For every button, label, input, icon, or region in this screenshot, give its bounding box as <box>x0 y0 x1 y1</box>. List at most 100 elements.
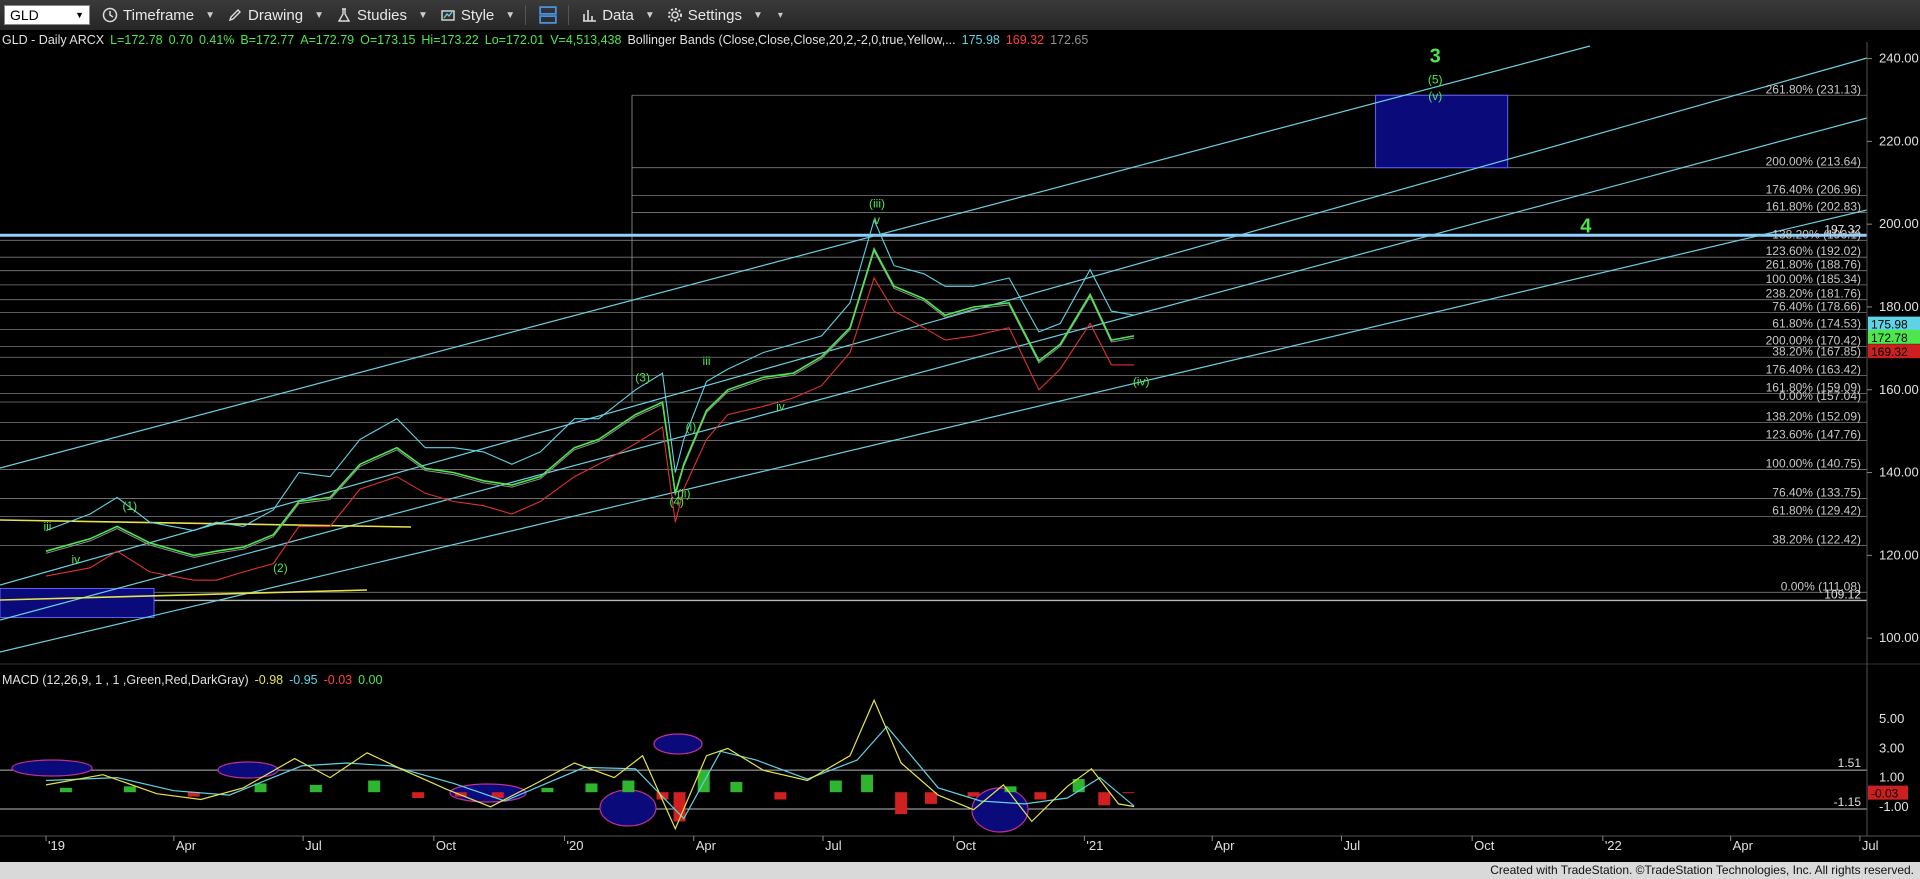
time-axis-label: '21 <box>1086 838 1103 853</box>
header-value: GLD - Daily ARCX <box>2 33 105 47</box>
wave-label: (iii) <box>869 197 885 211</box>
header-value: 0.70 <box>169 33 193 47</box>
macd-histogram-bar <box>861 774 874 793</box>
time-axis-label: Apr <box>696 838 717 853</box>
macd-level-label: 1.51 <box>1838 756 1862 770</box>
price-axis-label: 140.00 <box>1879 465 1919 480</box>
wave-label: iii <box>703 354 711 368</box>
data-button[interactable]: Data ▼ <box>581 7 655 24</box>
wave-label: 4 <box>1580 215 1592 237</box>
copyright-text: Created with TradeStation. ©TradeStation… <box>1490 863 1914 877</box>
macd-histogram-bar <box>585 783 598 793</box>
header-value: Hi=173.22 <box>421 33 478 47</box>
caret-down-icon: ▼ <box>314 9 324 21</box>
studies-button[interactable]: Studies ▼ <box>336 7 428 24</box>
price-tag-label: 175.98 <box>1871 318 1908 332</box>
header-value: Bollinger Bands (Close,Close,Close,20,2,… <box>627 33 955 47</box>
wave-label: (5) <box>1428 72 1443 86</box>
wave-label: (4) <box>669 495 684 509</box>
fib-level-label: 138.20% (152.09) <box>1766 410 1861 424</box>
fib-level-label: 76.40% (178.66) <box>1772 300 1861 314</box>
macd-histogram-bar <box>895 792 908 815</box>
header-value: 175.98 <box>962 33 1000 47</box>
price-chart[interactable]: 1.51 -1.15 100.00 120.00 140.00 160.00 180.00… <box>0 30 1920 862</box>
clock-icon <box>102 7 118 23</box>
toolbar: GLD ▼ Timeframe ▼ Drawing ▼ Studies ▼ St… <box>0 0 1920 31</box>
price-axis-label: 220.00 <box>1879 133 1919 148</box>
fib-level-label: 0.00% (157.04) <box>1779 389 1861 403</box>
chevron-down-icon: ▼ <box>75 10 84 20</box>
drawing-label: Drawing <box>248 6 304 24</box>
timeframe-button[interactable]: Timeframe ▼ <box>102 7 215 24</box>
price-tag-label: 169.32 <box>1871 345 1908 359</box>
wave-label: 3 <box>1430 46 1441 68</box>
caret-down-icon: ▼ <box>418 9 428 21</box>
footer: Created with TradeStation. ©TradeStation… <box>0 862 1920 879</box>
fib-level-label: 261.80% (231.13) <box>1766 82 1861 96</box>
macd-highlight-oval <box>217 761 279 779</box>
macd-histogram-bar <box>774 792 787 800</box>
price-axis-label: 180.00 <box>1879 299 1919 314</box>
price-axis-label: 200.00 <box>1879 216 1919 231</box>
price-axis-label: 100.00 <box>1879 630 1919 645</box>
bar-chart-icon <box>583 10 597 22</box>
macd-histogram-bar <box>673 792 686 822</box>
macd-histogram-bar <box>309 784 322 793</box>
time-axis-label: Apr <box>176 838 197 853</box>
drawing-button[interactable]: Drawing ▼ <box>227 7 324 24</box>
time-axis-label: Jul <box>1343 838 1360 853</box>
price-axis-label: 240.00 <box>1879 51 1919 66</box>
layout-icon <box>539 6 557 24</box>
macd-tag-label: -0.03 <box>1871 787 1899 801</box>
time-axis-label: Oct <box>436 838 457 853</box>
fib-level-label: 176.40% (163.42) <box>1766 363 1861 377</box>
horizontal-level-label: 109.12 <box>1824 587 1861 601</box>
symbol-input[interactable]: GLD ▼ <box>4 5 90 25</box>
time-axis-label: '22 <box>1605 838 1622 853</box>
macd-histogram-bar <box>967 792 980 797</box>
wave-label: (1) <box>123 499 138 513</box>
fib-level-label: 38.20% (122.42) <box>1772 532 1861 546</box>
time-axis-label: Oct <box>1474 838 1495 853</box>
header-value: 172.65 <box>1050 33 1088 47</box>
macd-highlight-oval <box>599 789 657 827</box>
style-icon <box>441 10 455 21</box>
price-axis-label: 120.00 <box>1879 547 1919 562</box>
macd-axis-label: 1.00 <box>1879 770 1904 785</box>
fib-level-label: 123.60% (147.76) <box>1766 427 1861 441</box>
horizontal-level-label: 197.32 <box>1824 222 1861 236</box>
header-value: B=172.77 <box>240 33 294 47</box>
layout-button[interactable] <box>538 6 558 24</box>
macd-histogram-bar <box>730 781 743 793</box>
fib-level-label: 161.80% (202.83) <box>1766 199 1861 213</box>
style-button[interactable]: Style ▼ <box>440 7 515 24</box>
time-axis-label: Oct <box>956 838 977 853</box>
caret-down-icon: ▼ <box>505 9 516 21</box>
time-axis-label: Apr <box>1733 838 1754 853</box>
settings-label: Settings <box>687 6 742 24</box>
more-caret-icon: ▾ <box>777 9 783 21</box>
macd-highlight-oval <box>971 787 1029 833</box>
wave-label: iii <box>43 520 51 534</box>
macd-header: MACD (12,26,9, 1 , 1 ,Green,Red,DarkGray… <box>2 673 383 687</box>
wave-label: (2) <box>273 561 288 575</box>
gear-icon <box>667 8 682 22</box>
macd-histogram-bar <box>412 792 425 799</box>
wave-label: (iv) <box>1133 375 1150 389</box>
toolbar-divider <box>525 5 527 25</box>
settings-button[interactable]: Settings ▼ ▾ <box>667 7 783 24</box>
macd-axis-label: 3.00 <box>1879 740 1904 755</box>
header-value: 0.41% <box>199 33 234 47</box>
header-value: -0.95 <box>289 673 318 687</box>
macd-level-label: -1.15 <box>1834 795 1862 809</box>
flask-icon <box>337 8 351 22</box>
header-value: -0.98 <box>255 673 284 687</box>
time-axis-label: '20 <box>566 838 583 853</box>
macd-histogram-bar <box>59 787 72 793</box>
wave-label: iv <box>776 399 785 413</box>
header-value: 0.00 <box>358 673 382 687</box>
macd-histogram-bar <box>541 787 554 793</box>
price-tag-label: 172.78 <box>1871 331 1908 345</box>
macd-histogram-bar <box>1098 792 1111 806</box>
support-zone-box <box>0 587 155 618</box>
